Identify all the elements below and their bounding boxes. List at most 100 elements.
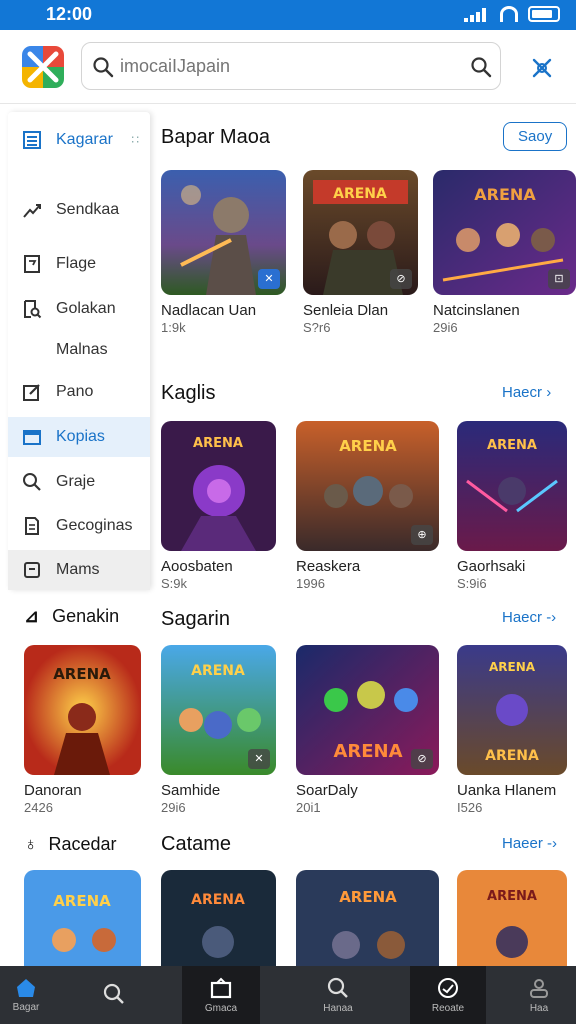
game-title: Senleia Dlan (303, 302, 389, 319)
game-thumbnail[interactable]: ARENA ⊕ (296, 421, 439, 551)
game-card[interactable]: ARENA ⊕ Reaskera 1996 (296, 421, 439, 596)
sidebar-item-9[interactable]: Mams (8, 550, 150, 590)
game-title: Gaorhsaki (457, 558, 526, 575)
game-card[interactable]: ARENA Danoran 2426 (24, 645, 141, 820)
nav-browse[interactable]: Hanaa (310, 966, 366, 1024)
game-meta: S?r6 (303, 320, 331, 335)
game-thumbnail[interactable]: ARENA (457, 421, 567, 551)
svg-text:ARENA: ARENA (489, 660, 536, 674)
game-card[interactable]: ARENA ⊘ Senleia Dlan S?r6 (303, 170, 418, 340)
sidebar-item-label: Golakan (56, 300, 116, 317)
svg-text:ARENA: ARENA (333, 186, 387, 202)
sidebar-item-label: Graje (56, 473, 96, 490)
game-thumbnail[interactable]: ARENA ⊘ (296, 645, 439, 775)
game-meta: I526 (457, 800, 483, 815)
game-icon[interactable]: ⊡ (548, 269, 570, 289)
game-card[interactable]: ARENA (457, 870, 567, 980)
game-thumbnail[interactable]: ARENA ⊘ (303, 170, 418, 295)
sidebar-item-3[interactable]: Golakan (8, 289, 150, 329)
sidebar-item-5[interactable]: Pano (8, 372, 150, 412)
game-thumbnail[interactable]: ARENA ⊡ (433, 170, 576, 295)
game-meta: 29i6 (161, 800, 186, 815)
game-card[interactable]: ARENA (296, 870, 439, 980)
section-action-label: Haecr (502, 609, 543, 626)
search-input[interactable] (120, 53, 460, 79)
sidebar-item-8[interactable]: Gecoginas (8, 506, 150, 546)
battery-icon (528, 6, 560, 22)
chevron-right-icon: › (546, 384, 552, 401)
svg-text:ARENA: ARENA (474, 185, 536, 204)
game-card[interactable]: ARENA ⊘ SoarDaly 20i1 (296, 645, 439, 820)
svg-text:ARENA: ARENA (53, 892, 111, 910)
bottom-navigation: Bagar Gmaca Hanaa Reoate Haa (0, 966, 576, 1024)
game-card[interactable]: ARENA ARENA Uanka Hlanem I526 (457, 645, 567, 820)
svg-text:ARENA: ARENA (339, 888, 397, 906)
game-thumbnail[interactable]: ARENA (161, 421, 276, 551)
home-icon (17, 979, 35, 997)
section-title: Kaglis (161, 382, 216, 404)
nav-label: Reoate (431, 1003, 465, 1014)
sidebar-item-6[interactable]: Kopias (8, 417, 150, 457)
game-thumbnail[interactable]: ARENA (161, 870, 276, 980)
game-card[interactable]: ARENA ✕ Samhide 29i6 (161, 645, 276, 820)
game-icon[interactable]: ⊕ (411, 525, 433, 545)
profile-icon (530, 979, 548, 998)
game-icon[interactable]: ⊘ (411, 749, 433, 769)
signal-icon (464, 6, 490, 22)
category-label[interactable]: ⊿ Genakin (24, 606, 119, 627)
game-thumbnail[interactable]: ARENA (24, 870, 141, 980)
svg-text:ARENA: ARENA (333, 741, 402, 762)
arrow-right-icon: -› (546, 609, 557, 626)
nav-home[interactable]: Bagar (0, 966, 52, 1024)
game-title: Nadlacan Uan (161, 302, 257, 319)
section-action-label: Haeer (502, 835, 543, 852)
app-logo[interactable] (22, 46, 64, 88)
close-icon[interactable]: ✕ (258, 269, 280, 289)
sidebar-item-1[interactable]: Sendkaa (8, 190, 150, 230)
svg-text:ARENA: ARENA (191, 892, 245, 908)
game-title: Aoosbaten (161, 558, 233, 575)
section-action-link[interactable]: Haeer -› (502, 835, 557, 852)
game-card[interactable]: ARENA Gaorhsaki S:9i6 (457, 421, 567, 596)
game-icon[interactable]: ✕ (248, 749, 270, 769)
game-card[interactable]: ARENA (24, 870, 141, 980)
trend-icon (23, 204, 41, 218)
game-thumbnail[interactable]: ARENA ✕ (161, 645, 276, 775)
game-meta: 1996 (296, 576, 325, 591)
sidebar-item-0[interactable]: Kagarar ∷ (8, 120, 150, 160)
game-icon[interactable]: ⊘ (390, 269, 412, 289)
game-thumbnail[interactable]: ARENA (296, 870, 439, 980)
game-thumbnail[interactable]: ARENA (24, 645, 141, 775)
nav-recent[interactable]: Reoate (410, 966, 486, 1024)
search-bar[interactable] (81, 42, 501, 90)
filter-icon[interactable] (528, 54, 556, 82)
section-action-button[interactable]: Saoy (503, 122, 568, 151)
nav-library[interactable]: Gmaca (182, 966, 260, 1024)
sidebar-item-4[interactable]: Malnas (8, 330, 150, 370)
svg-text:ARENA: ARENA (53, 665, 111, 683)
category-label[interactable]: ♁ Racedar (24, 834, 117, 855)
game-card[interactable]: ARENA Aoosbaten S:9k (161, 421, 276, 596)
section-action-label: Haecr (502, 384, 543, 401)
svg-text:ARENA: ARENA (191, 663, 245, 679)
game-card[interactable]: ARENA ⊡ Natcinslanen 29i6 (433, 170, 576, 340)
sidebar-item-2[interactable]: Flage (8, 244, 150, 284)
more-icon[interactable]: ∷ (131, 133, 140, 147)
section-action-link[interactable]: Haecr › (502, 384, 551, 401)
sidebar-item-7[interactable]: Graje (8, 462, 150, 502)
svg-text:ARENA: ARENA (487, 438, 537, 453)
section-title: Catame (161, 833, 232, 855)
nav-search[interactable] (88, 966, 140, 1024)
game-card[interactable]: ARENA (161, 870, 276, 980)
nav-label: Gmaca (204, 1003, 238, 1014)
game-thumbnail[interactable]: ✕ (161, 170, 286, 295)
game-thumbnail[interactable]: ARENA ARENA (457, 645, 567, 775)
search-icon (103, 983, 124, 1004)
section-action-link[interactable]: Haecr -› (502, 609, 556, 626)
sidebar: Kagarar ∷ Sendkaa Flage Golakan Malnas P… (8, 112, 150, 590)
game-thumbnail[interactable]: ARENA (457, 870, 567, 980)
sidebar-item-label: Mams (56, 561, 100, 578)
game-card[interactable]: ✕ Nadlacan Uan 1:9k (161, 170, 286, 340)
search-submit-icon[interactable] (470, 56, 492, 78)
nav-profile[interactable]: Haa (514, 966, 564, 1024)
